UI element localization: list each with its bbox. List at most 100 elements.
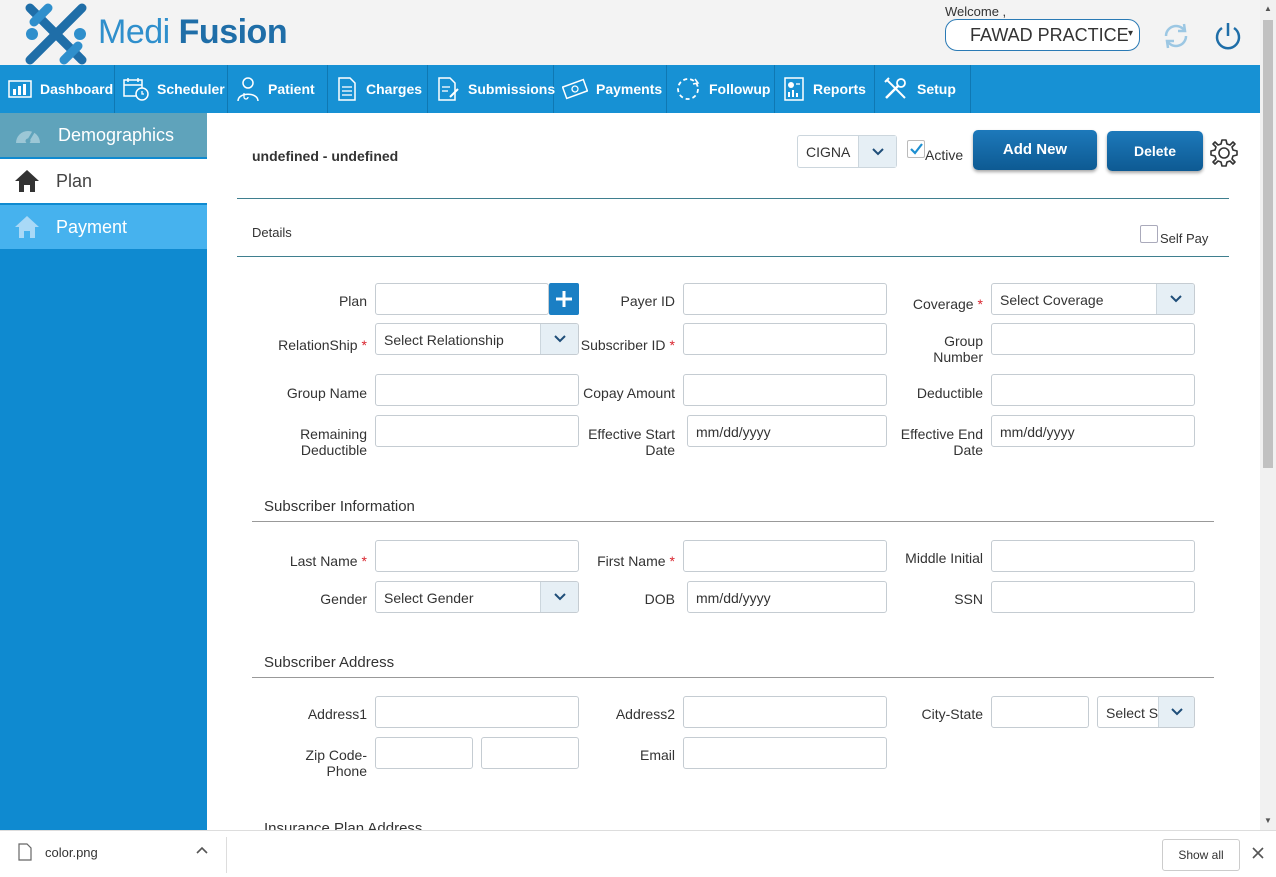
email-input[interactable]: [683, 737, 887, 769]
chevron-down-icon: [540, 324, 578, 354]
city-state-label: City-State: [921, 706, 983, 722]
active-checkbox[interactable]: [907, 140, 925, 158]
divider: [237, 256, 1229, 257]
deductible-input[interactable]: [991, 374, 1195, 406]
relationship-value: Select Relationship: [384, 332, 504, 348]
relationship-label: RelationShip *: [278, 337, 367, 353]
ssn-input[interactable]: [991, 581, 1195, 613]
effective-start-input[interactable]: mm/dd/yyyy: [687, 415, 887, 447]
brand-part-fusion: Fusion: [178, 13, 288, 51]
nav-setup[interactable]: Setup: [875, 65, 971, 113]
close-icon[interactable]: [1251, 846, 1265, 860]
scroll-up-arrow-icon[interactable]: ▲: [1264, 4, 1272, 13]
subscriber-id-label: Subscriber ID *: [580, 337, 675, 353]
download-item[interactable]: color.png: [18, 843, 98, 861]
sidebar-item-plan[interactable]: Plan: [0, 159, 207, 203]
practice-select[interactable]: FAWAD PRACTICE ▾: [945, 19, 1140, 51]
show-all-button[interactable]: Show all: [1162, 839, 1240, 871]
chevron-down-icon: [1158, 697, 1194, 727]
divider: [237, 198, 1229, 199]
scroll-thumb[interactable]: [1263, 20, 1273, 468]
sidebar-item-demographics[interactable]: Demographics: [0, 113, 207, 157]
add-new-button[interactable]: Add New: [973, 130, 1097, 170]
group-name-input[interactable]: [375, 374, 579, 406]
nav-reports[interactable]: Reports: [775, 65, 875, 113]
city-input[interactable]: [991, 696, 1089, 728]
address2-input[interactable]: [683, 696, 887, 728]
effective-start-label: Effective Start Date: [588, 426, 675, 458]
nav-patient[interactable]: Patient: [228, 65, 328, 113]
gear-icon[interactable]: [1208, 137, 1240, 169]
file-icon: [18, 843, 32, 861]
address1-input[interactable]: [375, 696, 579, 728]
self-pay-label: Self Pay: [1160, 231, 1209, 246]
dob-input[interactable]: mm/dd/yyyy: [687, 581, 887, 613]
first-name-input[interactable]: [683, 540, 887, 572]
add-plan-button[interactable]: [549, 283, 579, 315]
sidebar-item-label: Payment: [56, 216, 128, 237]
nav-dashboard[interactable]: Dashboard: [0, 65, 115, 113]
plan-input[interactable]: [375, 283, 549, 315]
payer-value: CIGNA: [806, 144, 851, 160]
sidebar-item-label: Demographics: [58, 124, 175, 145]
divider: [252, 677, 1214, 678]
coverage-label: Coverage *: [912, 296, 983, 312]
self-pay-checkbox[interactable]: [1140, 225, 1158, 243]
money-icon: [562, 78, 588, 100]
nav-label: Payments: [596, 81, 663, 97]
section-title-subscriber-info: Subscriber Information: [264, 498, 415, 515]
payer-select[interactable]: CIGNA: [797, 135, 897, 168]
page-scrollbar[interactable]: ▲ ▼: [1260, 0, 1276, 830]
nav-payments[interactable]: Payments: [554, 65, 667, 113]
nav-label: Reports: [813, 81, 866, 97]
active-label: Active: [925, 147, 964, 163]
zip-input[interactable]: [375, 737, 473, 769]
sidebar-item-label: Plan: [56, 170, 93, 191]
middle-initial-input[interactable]: [991, 540, 1195, 572]
copay-input[interactable]: [683, 374, 887, 406]
nav-label: Patient: [268, 81, 315, 97]
medifusion-logo-icon: [25, 3, 87, 65]
nav-followup[interactable]: Followup: [667, 65, 775, 113]
deductible-label: Deductible: [916, 385, 983, 401]
remaining-deductible-input[interactable]: [375, 415, 579, 447]
sidebar-item-payment[interactable]: Payment: [0, 205, 207, 249]
power-icon[interactable]: [1212, 20, 1244, 52]
effective-end-label: Effective End Date: [900, 426, 983, 458]
effective-end-input[interactable]: mm/dd/yyyy: [991, 415, 1195, 447]
nav-label: Submissions: [468, 81, 556, 97]
nav-scheduler[interactable]: Scheduler: [115, 65, 228, 113]
last-name-input[interactable]: [375, 540, 579, 572]
nav-charges[interactable]: Charges: [328, 65, 428, 113]
main-content: undefined - undefined CIGNA Active Add N…: [207, 113, 1260, 830]
scroll-down-arrow-icon[interactable]: ▼: [1264, 816, 1272, 825]
group-number-input[interactable]: [991, 323, 1195, 355]
coverage-value: Select Coverage: [1000, 292, 1104, 308]
main-nav: Dashboard Scheduler Patient Charges Subm…: [0, 65, 1260, 113]
email-label: Email: [639, 747, 675, 763]
gender-select[interactable]: Select Gender: [375, 581, 579, 613]
sync-icon[interactable]: [1160, 20, 1192, 52]
phone-input[interactable]: [481, 737, 579, 769]
copay-label: Copay Amount: [583, 385, 675, 401]
delete-button[interactable]: Delete: [1107, 131, 1203, 171]
coverage-select[interactable]: Select Coverage: [991, 283, 1195, 315]
relationship-select[interactable]: Select Relationship: [375, 323, 579, 355]
speedometer-icon: [16, 130, 40, 144]
self-pay-toggle[interactable]: Self Pay: [1140, 225, 1208, 246]
section-title-subscriber-address: Subscriber Address: [264, 654, 395, 671]
payer-id-input[interactable]: [683, 283, 887, 315]
subscriber-id-input[interactable]: [683, 323, 887, 355]
dob-label: DOB: [644, 591, 675, 607]
address1-label: Address1: [307, 706, 367, 722]
chevron-up-icon[interactable]: [195, 845, 209, 855]
caret-down-icon: ▾: [1127, 28, 1133, 39]
active-toggle[interactable]: Active: [907, 140, 963, 163]
nav-submissions[interactable]: Submissions: [428, 65, 556, 113]
chevron-down-icon: [1156, 284, 1194, 314]
state-select[interactable]: Select State: [1097, 696, 1195, 728]
plan-label: Plan: [338, 293, 367, 309]
document-edit-icon: [438, 77, 459, 101]
nav-label: Setup: [917, 81, 956, 97]
refresh-icon: [677, 78, 700, 100]
